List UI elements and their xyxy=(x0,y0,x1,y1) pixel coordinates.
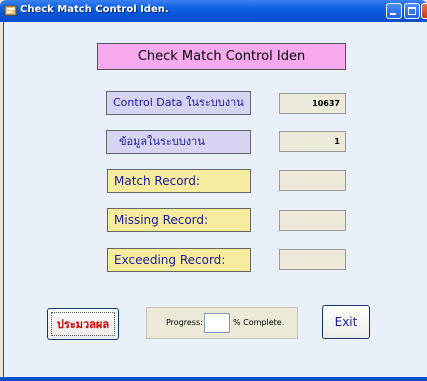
window-frame-bottom xyxy=(0,377,427,381)
system-data-label: ข้อมูลในระบบงาน xyxy=(106,130,251,154)
control-data-label: Control Data ในระบบงาน xyxy=(106,91,251,115)
progress-suffix: % Complete. xyxy=(233,318,285,327)
window-title: Check Match Control Iden. xyxy=(20,4,169,15)
progress-label: Progress: xyxy=(166,318,203,327)
missing-record-value xyxy=(279,210,346,231)
exit-button[interactable]: Exit xyxy=(322,305,370,339)
main-window: Check Match Control Iden. Check Match Co… xyxy=(0,0,427,381)
match-record-label: Match Record: xyxy=(107,169,251,193)
exceeding-record-label: Exceeding Record: xyxy=(107,248,251,272)
page-heading: Check Match Control Iden xyxy=(97,43,346,70)
process-button[interactable]: ประมวลผล xyxy=(47,308,119,340)
missing-record-label: Missing Record: xyxy=(107,208,251,232)
progress-value xyxy=(204,313,230,333)
process-button-label: ประมวลผล xyxy=(51,312,115,336)
system-data-value: 1 xyxy=(279,131,346,152)
progress-panel: Progress: % Complete. xyxy=(146,307,298,339)
match-record-value xyxy=(279,170,346,191)
exceeding-record-value xyxy=(279,249,346,270)
title-bar[interactable]: Check Match Control Iden. xyxy=(0,0,427,22)
minimize-icon[interactable] xyxy=(386,3,402,19)
app-icon xyxy=(4,5,17,16)
close-icon[interactable] xyxy=(421,3,427,19)
maximize-icon[interactable] xyxy=(404,3,420,19)
control-data-value: 10637 xyxy=(279,93,346,114)
